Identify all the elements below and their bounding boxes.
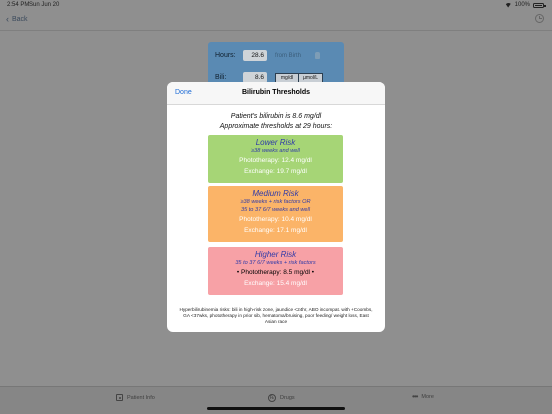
risk-subtitle: ≥38 weeks + risk factors OR	[240, 199, 311, 205]
battery-percent: 100%	[514, 2, 530, 8]
phototherapy-threshold-highlighted: • Phototherapy: 8.5 mg/dl •	[236, 269, 315, 276]
risk-subtitle: ≥38 weeks and well	[251, 148, 300, 154]
exchange-threshold: Exchange: 17.1 mg/dl	[244, 227, 307, 234]
risk-subtitle: 35 to 37 6/7 weeks and well	[240, 207, 311, 213]
risk-subtitle: 35 to 37 6/7 weeks + risk factors	[235, 260, 316, 266]
more-icon: •••	[412, 392, 418, 401]
risk-title: Lower Risk	[255, 138, 296, 147]
status-date: Sun Jun 20	[29, 2, 60, 8]
wifi-icon	[504, 2, 512, 8]
modal-title: Bilirubin Thresholds	[241, 89, 311, 96]
status-bar: 2:54 PM Sun Jun 20 100%	[0, 0, 552, 10]
bili-label: Bili:	[215, 74, 227, 81]
chevron-left-icon: ‹	[6, 14, 9, 24]
modal-nav-bar: Done Bilirubin Thresholds	[167, 82, 385, 105]
lower-risk-card: Lower Risk ≥38 weeks and well Photothera…	[208, 135, 343, 183]
hours-input[interactable]: 28.6	[243, 50, 267, 61]
tab-label: Patient Info	[127, 394, 155, 401]
unit-option-mgdl[interactable]: mg/dl	[275, 72, 299, 83]
unit-segmented-control: mg/dl µmol/L	[275, 72, 323, 83]
status-right: 100%	[504, 2, 546, 8]
drugs-icon: ℞	[268, 394, 276, 402]
risk-factors-footnote: Hyperbilirubinemia risks: bili in high-r…	[179, 307, 373, 325]
tab-more[interactable]: ••• More	[412, 392, 434, 401]
phototherapy-threshold: Phototherapy: 12.4 mg/dl	[239, 157, 312, 164]
nav-divider	[0, 30, 552, 31]
status-time: 2:54 PM	[7, 2, 30, 8]
bilirubin-thresholds-modal: Done Bilirubin Thresholds Patient's bili…	[167, 82, 385, 332]
unit-option-umol[interactable]: µmol/L	[299, 72, 323, 83]
battery-icon	[533, 2, 546, 8]
higher-risk-card: Higher Risk 35 to 37 6/7 weeks + risk fa…	[208, 247, 343, 295]
back-button[interactable]: ‹ Back	[6, 14, 28, 24]
exchange-threshold: Exchange: 19.7 mg/dl	[244, 168, 307, 175]
hours-label: Hours:	[215, 52, 236, 59]
hours-row: Hours: 28.6 from Birth	[215, 50, 321, 61]
risk-title: Medium Risk	[252, 189, 299, 198]
patient-summary: Patient's bilirubin is 8.6 mg/dl Approxi…	[167, 112, 385, 132]
tab-patient-info[interactable]: Patient Info	[116, 394, 155, 401]
risk-title: Higher Risk	[254, 250, 297, 259]
from-birth-label: from Birth	[275, 52, 302, 59]
summary-line-thresholds: Approximate thresholds at 29 hours:	[219, 123, 333, 130]
home-indicator[interactable]	[207, 407, 345, 410]
exchange-threshold: Exchange: 15.4 mg/dl	[244, 280, 307, 287]
patient-info-icon	[116, 394, 123, 401]
history-icon[interactable]	[535, 14, 544, 23]
back-label: Back	[12, 15, 28, 23]
weight-icon[interactable]	[315, 52, 321, 59]
tab-drugs[interactable]: ℞ Drugs	[268, 394, 295, 402]
tab-label: More	[421, 394, 434, 400]
tab-label: Drugs	[280, 395, 295, 401]
phototherapy-threshold: Phototherapy: 10.4 mg/dl	[239, 216, 312, 223]
summary-line-bilirubin: Patient's bilirubin is 8.6 mg/dl	[230, 113, 322, 120]
medium-risk-card: Medium Risk ≥38 weeks + risk factors OR …	[208, 186, 343, 242]
